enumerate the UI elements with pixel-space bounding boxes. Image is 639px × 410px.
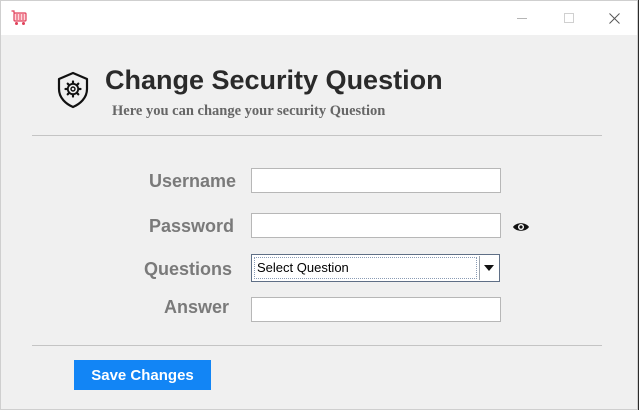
title-bar[interactable]	[1, 1, 637, 35]
minimize-icon	[517, 18, 527, 19]
footer-divider	[32, 345, 602, 346]
change-security-question-window: Change Security Question Here you can ch…	[0, 0, 638, 410]
eye-icon[interactable]	[512, 221, 530, 233]
close-button[interactable]	[591, 1, 637, 35]
username-field[interactable]	[251, 168, 501, 193]
shield-gear-icon	[57, 71, 89, 109]
close-icon	[608, 12, 620, 24]
chevron-down-icon	[484, 265, 494, 271]
maximize-button[interactable]	[546, 1, 592, 35]
page-subtitle: Here you can change your security Questi…	[112, 103, 386, 119]
question-select-value: Select Question	[254, 257, 477, 279]
questions-label: Questions	[144, 259, 233, 279]
question-select[interactable]: Select Question	[251, 254, 500, 282]
username-label: Username	[149, 171, 237, 191]
page-title: Change Security Question	[105, 65, 443, 95]
save-changes-button[interactable]: Save Changes	[74, 360, 211, 390]
answer-label: Answer	[164, 297, 230, 317]
maximize-icon	[564, 13, 574, 23]
minimize-button[interactable]	[499, 1, 545, 35]
form-panel: Change Security Question Here you can ch…	[1, 35, 637, 409]
question-dropdown-button[interactable]	[479, 256, 498, 280]
cart-icon	[11, 10, 27, 25]
password-label: Password	[149, 216, 235, 236]
password-field[interactable]	[251, 213, 501, 238]
answer-field[interactable]	[251, 297, 501, 322]
header-divider	[32, 135, 602, 136]
